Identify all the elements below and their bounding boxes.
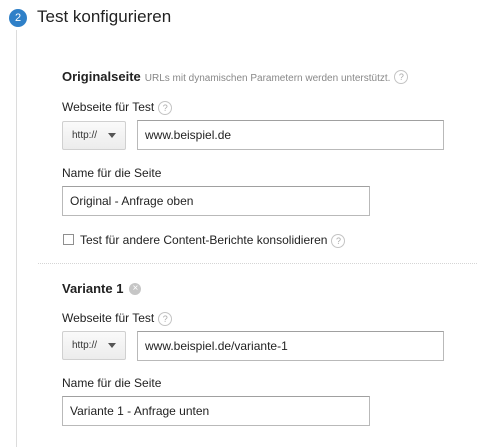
variant-heading: Variante 1 [62,281,124,296]
step-number-badge: 2 [9,9,27,27]
help-icon[interactable]: ? [158,100,173,115]
consolidate-checkbox[interactable] [63,234,74,245]
variant-section-header: Variante 1 × [62,280,142,298]
chevron-down-icon [108,133,116,138]
help-icon[interactable]: ? [158,311,173,326]
step-title: Test konfigurieren [37,7,172,26]
chevron-down-icon [108,343,116,348]
consolidate-label-text: Test für andere Content-Berichte konsoli… [80,233,328,247]
original-name-input[interactable]: Original - Anfrage oben [62,186,370,216]
help-icon[interactable]: ? [331,233,346,248]
original-url-label-text: Webseite für Test [62,100,155,114]
remove-variant-icon[interactable]: × [129,282,142,295]
help-icon[interactable]: ? [394,69,409,84]
original-section-header: Originalseite URLs mit dynamischen Parame… [62,68,409,86]
original-name-label: Name für die Seite [62,166,162,180]
original-protocol-value: http:// [72,130,98,141]
original-url-label: Webseite für Test? [62,100,173,115]
consolidate-label: Test für andere Content-Berichte konsoli… [80,233,346,248]
section-divider [38,263,477,264]
variant-url-label: Webseite für Test? [62,311,173,326]
original-url-input[interactable]: www.beispiel.de [137,120,444,150]
original-protocol-select[interactable]: http:// [62,121,126,150]
variant-url-input[interactable]: www.beispiel.de/variante-1 [137,331,444,361]
variant-url-label-text: Webseite für Test [62,311,155,325]
original-hint: URLs mit dynamischen Parametern werden u… [144,73,391,84]
variant-protocol-value: http:// [72,340,98,351]
variant-name-input[interactable]: Variante 1 - Anfrage unten [62,396,370,426]
original-heading: Originalseite [62,69,141,84]
step-connector-line [16,30,17,447]
variant-name-label: Name für die Seite [62,376,162,390]
variant-protocol-select[interactable]: http:// [62,331,126,360]
